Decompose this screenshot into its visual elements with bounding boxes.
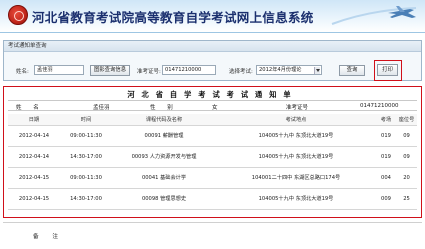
- name-label: 姓名:: [16, 69, 29, 75]
- exam-session-selected-value: 2012年4月份理论: [259, 67, 302, 73]
- print-highlight-frame: 打印: [374, 60, 402, 81]
- exam-location: 104001二十四中 东湖区总路口174号: [216, 167, 376, 189]
- ticket-number-header-label: 准考证号: [286, 105, 309, 111]
- candidate-name-label: 姓 名: [16, 105, 44, 111]
- exam-notice-card: 河北省自学考试考试通知单 姓 名 孟佳羽 性 别 女 准考证号 01471210…: [3, 86, 422, 218]
- query-button[interactable]: 查询: [339, 65, 365, 76]
- ticket-number-label: 准考证号:: [137, 69, 161, 75]
- column-header-seat: 座位号: [396, 114, 417, 126]
- exam-session-label: 选择考试:: [229, 69, 253, 75]
- exam-course: 00041 基础会计学: [112, 167, 216, 189]
- page-title: 河北省教育考试院高等教育自学考试网上信息系统: [32, 10, 314, 25]
- exam-seat: 25: [396, 188, 417, 210]
- column-header-course: 课程代码及名称: [112, 114, 216, 126]
- column-header-date: 日期: [8, 114, 60, 126]
- exam-authority-logo-icon: [8, 5, 28, 25]
- exam-time: 09:00-11:30: [60, 125, 112, 147]
- exam-location: 104005十九中 东顶北大道19号: [216, 188, 376, 210]
- column-header-room: 考场: [376, 114, 396, 126]
- table-row: 2012-04-15 14:30-17:00 00098 管理思想史 10400…: [8, 188, 417, 210]
- exam-room: 009: [376, 188, 396, 210]
- gender-value: 女: [212, 105, 218, 111]
- exam-date: 2012-04-14: [8, 125, 60, 147]
- exam-date: 2012-04-14: [8, 146, 60, 168]
- table-row: 2012-04-15 09:00-11:30 00041 基础会计学 10400…: [8, 167, 417, 189]
- candidate-info-row: 姓 名 孟佳羽 性 别 女 准考证号 01471210000: [8, 100, 417, 111]
- exam-course: 00098 管理思想史: [112, 188, 216, 210]
- gender-label: 性 别: [150, 105, 178, 111]
- exam-session-select[interactable]: 2012年4月份理论: [256, 65, 322, 75]
- exam-schedule-table: 日期 时间 课程代码及名称 考试地点 考场 座位号 2012-04-14 09:…: [8, 114, 417, 210]
- column-header-time: 时间: [60, 114, 112, 126]
- exam-seat: 20: [396, 167, 417, 189]
- exam-seat: 09: [396, 146, 417, 168]
- exam-notice-query-panel: 考试通知单查询 姓名: 孟佳羽 图影查询信息 准考证号: 01471210000…: [3, 40, 422, 81]
- exam-course: 00091 薪酬管理: [112, 125, 216, 147]
- exam-date: 2012-04-15: [8, 167, 60, 189]
- exam-course: 00093 人力资源开发与管理: [112, 146, 216, 168]
- name-field[interactable]: 孟佳羽: [34, 65, 84, 75]
- candidate-name-value: 孟佳羽: [93, 105, 110, 111]
- ticket-number-header-value: 01471210000: [360, 103, 399, 109]
- column-header-location: 考试地点: [216, 114, 376, 126]
- remarks-section: 备 注: [3, 222, 422, 246]
- remarks-label: 备 注: [33, 234, 64, 240]
- exam-room: 004: [376, 167, 396, 189]
- ticket-number-field[interactable]: 01471210000: [162, 65, 216, 75]
- exam-room: 019: [376, 125, 396, 147]
- exam-date: 2012-04-15: [8, 188, 60, 210]
- table-row: 2012-04-14 14:30-17:00 00093 人力资源开发与管理 1…: [8, 146, 417, 168]
- table-row: 2012-04-14 09:00-11:30 00091 薪酬管理 104005…: [8, 125, 417, 147]
- chevron-down-icon[interactable]: [314, 67, 320, 74]
- exam-time: 14:30-17:00: [60, 188, 112, 210]
- exam-location: 104005十九中 东顶北大道19号: [216, 146, 376, 168]
- exam-room: 019: [376, 146, 396, 168]
- exam-seat: 09: [396, 125, 417, 147]
- table-header-row: 日期 时间 课程代码及名称 考试地点 考场 座位号: [8, 114, 417, 126]
- notice-title: 河北省自学考试考试通知单: [127, 90, 298, 99]
- exam-time: 14:30-17:00: [60, 146, 112, 168]
- airplane-decoration-icon: [331, 6, 417, 25]
- exam-location: 104005十九中 东顶北大道19号: [216, 125, 376, 147]
- query-panel-title: 考试通知单查询: [4, 41, 421, 52]
- exam-time: 09:00-11:30: [60, 167, 112, 189]
- history-query-button[interactable]: 图影查询信息: [90, 65, 130, 76]
- print-button[interactable]: 打印: [377, 64, 398, 76]
- header-banner: 河北省教育考试院高等教育自学考试网上信息系统: [0, 0, 425, 33]
